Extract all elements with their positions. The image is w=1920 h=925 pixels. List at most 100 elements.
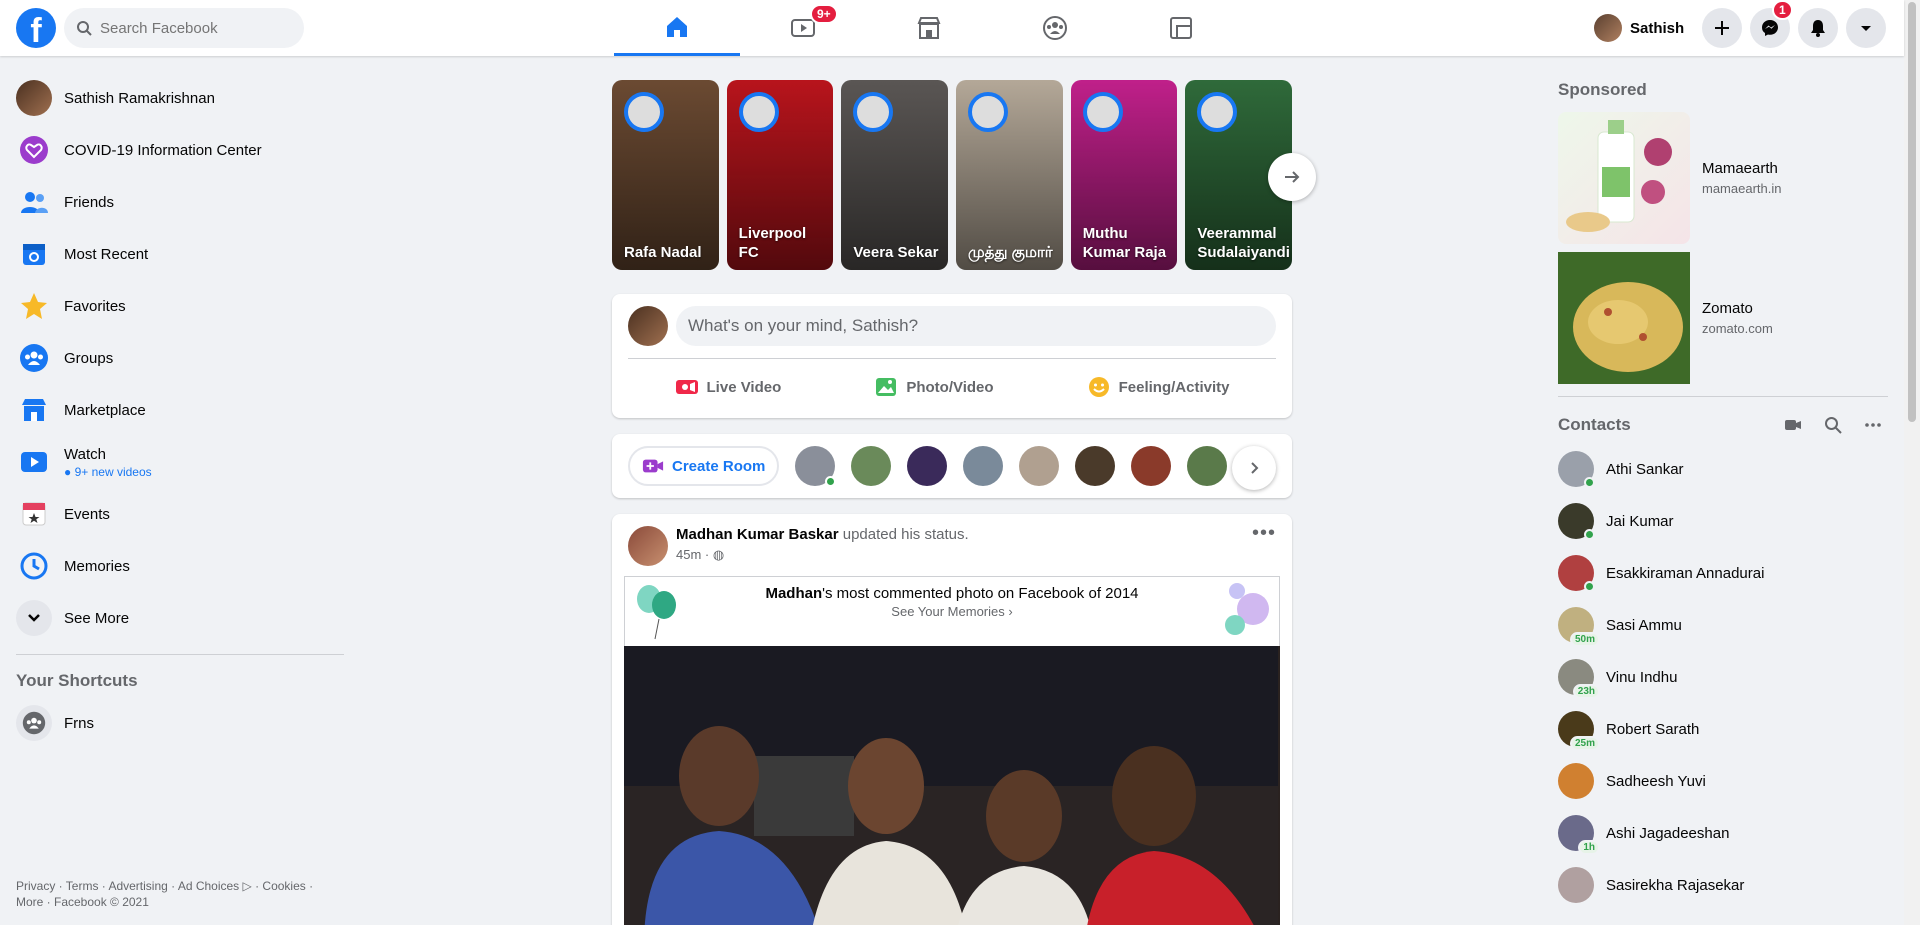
contact-item[interactable]: Athi Sankar bbox=[1556, 443, 1888, 495]
story-avatar bbox=[853, 92, 894, 132]
post-time[interactable]: 45m · bbox=[676, 547, 709, 562]
notifications-button[interactable] bbox=[1798, 8, 1838, 48]
avatar bbox=[1558, 503, 1595, 540]
account-menu-button[interactable] bbox=[1846, 8, 1886, 48]
post-author[interactable]: Madhan Kumar Baskar bbox=[676, 526, 839, 543]
room-contact-avatar[interactable] bbox=[795, 446, 837, 487]
tab-groups[interactable] bbox=[992, 0, 1118, 56]
sidebar-item-see-more[interactable]: See More bbox=[8, 592, 344, 644]
contact-item[interactable]: Jai Kumar bbox=[1556, 495, 1888, 547]
profile-chip[interactable]: Sathish bbox=[1594, 10, 1684, 46]
footer-line[interactable]: More · Facebook © 2021 bbox=[16, 894, 336, 910]
see-your-memories-link[interactable]: See Your Memories › bbox=[625, 604, 1279, 619]
memory-name: Madhan bbox=[765, 585, 823, 602]
scrollbar-thumb[interactable] bbox=[1908, 2, 1916, 422]
sidebar-item-shortcut[interactable]: Frns bbox=[8, 697, 344, 749]
create-room-button[interactable]: Create Room bbox=[628, 446, 780, 486]
sidebar-item-favorites[interactable]: Favorites bbox=[8, 280, 344, 332]
sidebar-item-watch[interactable]: Watch ● 9+ new videos bbox=[8, 436, 344, 488]
ad-url: mamaearth.in bbox=[1702, 181, 1782, 196]
sidebar-item-friends[interactable]: Friends bbox=[8, 176, 344, 228]
sidebar-item-label: Marketplace bbox=[64, 401, 146, 419]
sidebar-item-events[interactable]: Events bbox=[8, 488, 344, 540]
home-icon bbox=[667, 16, 687, 37]
search-icon[interactable] bbox=[1824, 416, 1842, 434]
contacts-list: Athi Sankar Jai Kumar Esakkiraman Annadura… bbox=[1556, 443, 1888, 911]
new-room-icon[interactable] bbox=[1784, 416, 1802, 434]
rooms-bar: Create Room bbox=[612, 434, 1292, 498]
photo-icon bbox=[876, 378, 897, 396]
post-photo[interactable] bbox=[624, 646, 1280, 925]
search-icon bbox=[77, 21, 92, 36]
story-avatar bbox=[1197, 92, 1238, 132]
room-contact-avatar[interactable] bbox=[1187, 446, 1228, 486]
create-room-label: Create Room bbox=[672, 457, 766, 475]
facebook-logo[interactable]: f bbox=[16, 8, 56, 48]
sidebar-divider bbox=[16, 654, 344, 655]
story-card[interactable]: Rafa Nadal bbox=[612, 80, 719, 270]
create-button[interactable] bbox=[1702, 8, 1742, 48]
sidebar-item-memories[interactable]: Memories bbox=[8, 540, 344, 592]
chevron-right-icon bbox=[1251, 462, 1259, 474]
footer-line[interactable]: Privacy · Terms · Advertising · Ad Choic… bbox=[16, 878, 336, 894]
story-card[interactable]: Liverpool FC bbox=[726, 80, 834, 270]
calendar-icon bbox=[16, 236, 52, 272]
ad-name: Mamaearth bbox=[1702, 160, 1778, 177]
avatar bbox=[628, 306, 668, 346]
room-contact-avatar[interactable] bbox=[851, 446, 892, 486]
contact-name: Sadheesh Yuvi bbox=[1606, 772, 1706, 790]
story-card[interactable]: Veera Sekar bbox=[841, 80, 949, 270]
sponsored-ad[interactable]: Mamaearth mamaearth.in bbox=[1556, 108, 1888, 248]
sidebar-item-profile[interactable]: Sathish Ramakrishnan bbox=[8, 72, 344, 124]
tab-gaming[interactable] bbox=[1118, 0, 1244, 56]
room-contact-avatar[interactable] bbox=[1131, 446, 1172, 486]
sidebar-item-groups[interactable]: Groups bbox=[8, 332, 344, 384]
rooms-next-button[interactable] bbox=[1232, 446, 1276, 490]
sidebar-item-marketplace[interactable]: Marketplace bbox=[8, 384, 344, 436]
contact-item[interactable]: 23h Vinu Indhu bbox=[1556, 651, 1888, 703]
story-card[interactable]: Muthu Kumar Raja bbox=[1070, 80, 1178, 270]
sidebar-item-most-recent[interactable]: Most Recent bbox=[8, 228, 344, 280]
room-contact-avatar[interactable] bbox=[1019, 446, 1060, 486]
bell-icon bbox=[1811, 20, 1825, 37]
contact-item[interactable]: Sasirekha Rajasekar bbox=[1556, 859, 1888, 911]
photo-video-button[interactable]: Photo/Video bbox=[874, 367, 994, 407]
contact-item[interactable]: 25m Robert Sarath bbox=[1556, 703, 1888, 755]
story-card[interactable]: முத்து குமார் bbox=[956, 80, 1063, 270]
contact-name: Sasi Ammu bbox=[1606, 616, 1682, 634]
page-scrollbar[interactable] bbox=[1904, 0, 1920, 925]
more-options-icon[interactable] bbox=[1864, 416, 1882, 434]
live-video-button[interactable]: Live Video bbox=[675, 367, 781, 407]
search-box[interactable] bbox=[64, 8, 304, 48]
contact-name: Ashi Jagadeeshan bbox=[1606, 824, 1730, 842]
post-options-button[interactable]: ••• bbox=[1252, 522, 1276, 545]
plus-icon bbox=[1715, 21, 1729, 35]
feeling-activity-button[interactable]: Feeling/Activity bbox=[1087, 367, 1229, 407]
story-name: Veera Sekar bbox=[853, 244, 939, 261]
room-contact-avatar[interactable] bbox=[907, 446, 948, 486]
story-name: Rafa Nadal bbox=[624, 244, 702, 261]
contact-item[interactable]: 1h Ashi Jagadeeshan bbox=[1556, 807, 1888, 859]
contact-name: Esakkiraman Annadurai bbox=[1606, 564, 1765, 582]
memory-banner[interactable]: Madhan's most commented photo on Faceboo… bbox=[624, 576, 1280, 646]
search-input[interactable] bbox=[100, 19, 280, 37]
sponsored-ad[interactable]: Zomato zomato.com bbox=[1556, 248, 1888, 388]
online-indicator bbox=[1584, 581, 1595, 592]
avatar[interactable] bbox=[628, 526, 668, 566]
profile-name: Sathish bbox=[1630, 19, 1685, 37]
tab-home[interactable] bbox=[614, 0, 740, 56]
events-icon bbox=[16, 496, 52, 532]
messenger-button[interactable]: 1 bbox=[1750, 0, 1793, 48]
right-divider bbox=[1558, 396, 1888, 397]
contact-item[interactable]: Esakkiraman Annadurai bbox=[1556, 547, 1888, 599]
tab-watch[interactable]: 9+ bbox=[740, 0, 866, 56]
whats-on-your-mind-input[interactable]: What's on your mind, Sathish? bbox=[676, 306, 1276, 346]
contact-item[interactable]: 50m Sasi Ammu bbox=[1556, 599, 1888, 651]
smiley-icon bbox=[1088, 377, 1109, 397]
sidebar-item-covid[interactable]: COVID-19 Information Center bbox=[8, 124, 344, 176]
tab-marketplace[interactable] bbox=[866, 0, 992, 56]
room-contact-avatar[interactable] bbox=[1075, 446, 1116, 486]
room-contact-avatar[interactable] bbox=[963, 446, 1004, 486]
contact-item[interactable]: Sadheesh Yuvi bbox=[1556, 755, 1888, 807]
stories-next-button[interactable] bbox=[1268, 153, 1316, 201]
